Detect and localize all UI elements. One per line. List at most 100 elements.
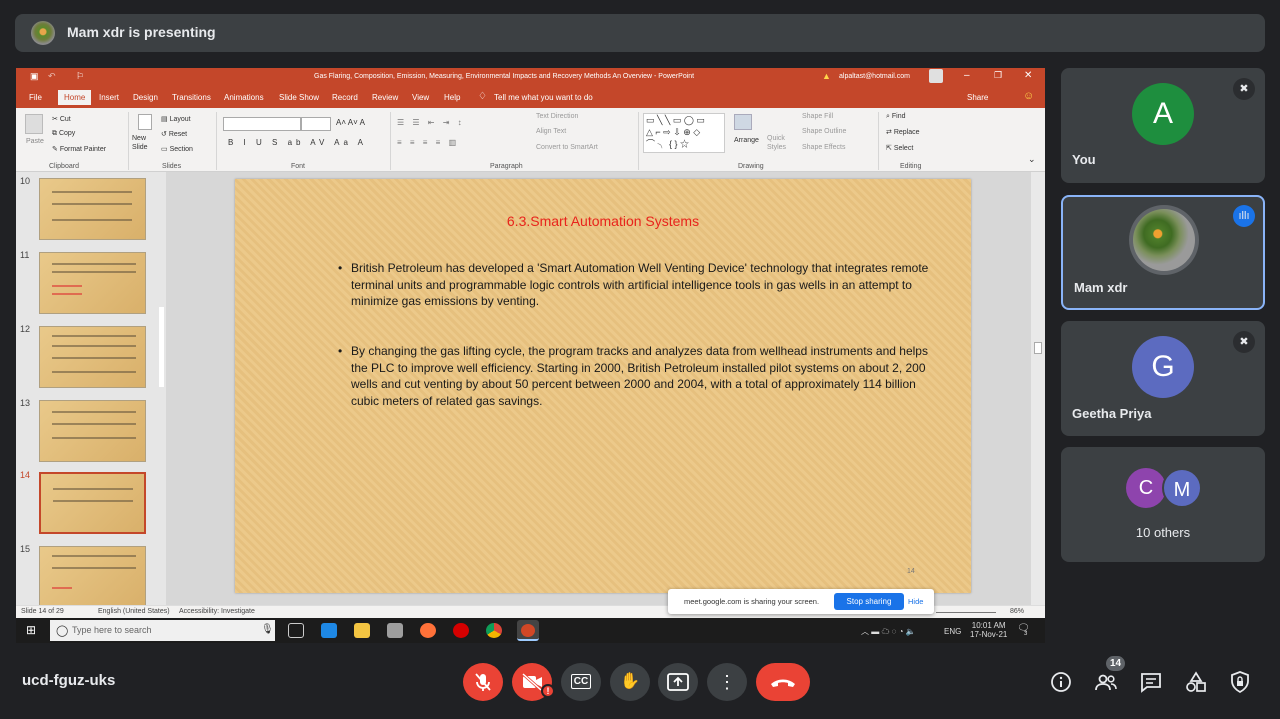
tab-insert[interactable]: Insert <box>99 93 119 102</box>
layout-button[interactable]: ▤ Layout <box>161 115 191 123</box>
cut-button[interactable]: ✂ Cut <box>52 115 71 123</box>
chrome-icon[interactable] <box>486 623 502 638</box>
text-direction-button[interactable]: Text Direction <box>536 113 578 120</box>
shape-outline-button[interactable]: Shape Outline <box>802 128 846 135</box>
account-avatar-icon[interactable] <box>929 69 943 83</box>
reset-button[interactable]: ↺ Reset <box>161 130 187 138</box>
meeting-details-button[interactable] <box>1049 671 1073 693</box>
mic-toggle-button[interactable] <box>463 663 503 701</box>
shape-effects-button[interactable]: Shape Effects <box>802 144 845 151</box>
arrange-icon[interactable] <box>734 114 752 130</box>
mic-icon[interactable]: 🎙 <box>261 624 274 635</box>
tab-design[interactable]: Design <box>133 93 158 102</box>
notification-count: 3 <box>1024 631 1028 637</box>
participant-tile-presenter[interactable]: Mam xdr ıllı <box>1061 195 1265 310</box>
list-icons[interactable]: ☰ ☰ ⇤ ⇥ ↕ <box>397 118 465 127</box>
save-icon[interactable]: ▣ <box>30 71 39 82</box>
taskbar-clock[interactable]: 10:01 AM 17-Nov-21 <box>970 621 1007 639</box>
align-text-button[interactable]: Align Text <box>536 128 566 135</box>
store-icon[interactable] <box>387 623 403 638</box>
chat-button[interactable] <box>1139 671 1163 693</box>
new-slide-button[interactable]: New Slide <box>132 134 156 152</box>
font-size-controls-icon[interactable]: A˄ A˅ A <box>336 118 365 127</box>
tab-help[interactable]: Help <box>444 93 460 102</box>
shape-fill-button[interactable]: Shape Fill <box>802 113 833 120</box>
slide-thumbnail-selected[interactable] <box>39 472 146 534</box>
convert-smartart-button[interactable]: Convert to SmartArt <box>536 144 598 151</box>
replace-button[interactable]: ⇄ Replace <box>886 128 920 136</box>
slide-canvas[interactable]: 6.3.Smart Automation Systems • British Pe… <box>235 179 971 593</box>
file-explorer-icon[interactable] <box>354 623 370 638</box>
camera-toggle-button[interactable]: ! <box>512 663 555 701</box>
taskbar-search[interactable]: Type here to search <box>50 620 275 641</box>
new-slide-icon[interactable] <box>138 114 152 130</box>
edge-icon[interactable] <box>321 623 337 638</box>
font-name-dropdown[interactable] <box>223 117 301 131</box>
thumbnail-scrollbar[interactable] <box>159 307 164 387</box>
share-button[interactable]: Share <box>967 93 988 102</box>
zoom-level[interactable]: 86% <box>1010 608 1024 615</box>
tab-review[interactable]: Review <box>372 93 398 102</box>
presenter-icon[interactable]: ⚐ <box>76 71 84 82</box>
arrange-button[interactable]: Arrange <box>734 137 759 144</box>
minimize-icon[interactable]: – <box>964 70 970 81</box>
smiley-icon[interactable]: ☺ <box>1023 90 1034 102</box>
host-controls-button[interactable] <box>1228 671 1252 693</box>
opera-icon[interactable] <box>453 623 469 638</box>
people-button[interactable] <box>1094 671 1118 693</box>
find-button[interactable]: ⌕ Find <box>886 113 906 121</box>
group-editing: Editing <box>900 163 922 170</box>
paste-icon[interactable] <box>25 114 43 134</box>
close-icon[interactable]: ✕ <box>1024 70 1032 81</box>
quick-styles-button[interactable]: Quick Styles <box>767 134 789 152</box>
windows-taskbar: ⊞ Type here to search ◯ 🎙 ︿ ▬ ☁ ◌ ◔ 🔈 EN… <box>16 618 1045 643</box>
editor-scrollbar[interactable] <box>1031 172 1045 606</box>
input-language[interactable]: ENG <box>944 627 961 636</box>
slide-thumbnail[interactable] <box>39 546 146 608</box>
tab-view[interactable]: View <box>412 93 429 102</box>
thumb-number: 10 <box>20 176 31 186</box>
slide-thumbnail[interactable] <box>39 326 146 388</box>
section-button[interactable]: ▭ Section <box>161 145 193 153</box>
tell-me-search[interactable]: Tell me what you want to do <box>494 93 593 102</box>
camera-warning-icon: ! <box>541 684 555 698</box>
leave-call-button[interactable] <box>756 663 810 701</box>
align-icons[interactable]: ≡ ≡ ≡ ≡ ▥ <box>397 138 459 147</box>
font-size-dropdown[interactable] <box>301 117 331 131</box>
stop-sharing-button[interactable]: Stop sharing <box>834 593 904 610</box>
captions-button[interactable]: CC <box>561 663 601 701</box>
participant-tile-you[interactable]: A You ✖ <box>1061 68 1265 183</box>
hide-banner-button[interactable]: Hide <box>908 597 923 606</box>
copy-button[interactable]: ⧉ Copy <box>52 130 75 138</box>
activities-button[interactable] <box>1184 671 1208 693</box>
language-status[interactable]: English (United States) <box>98 608 170 615</box>
task-view-icon[interactable] <box>288 623 304 638</box>
slide-thumbnail[interactable] <box>39 400 146 462</box>
tab-file[interactable]: File <box>29 93 42 102</box>
format-painter-button[interactable]: ✎ Format Painter <box>52 145 106 153</box>
font-format-icons[interactable]: B I U S ab AV Aa A <box>228 138 367 147</box>
undo-icon[interactable]: ↶ <box>48 71 56 82</box>
select-button[interactable]: ⇱ Select <box>886 144 913 152</box>
tab-transitions[interactable]: Transitions <box>172 93 211 102</box>
windows-start-icon[interactable]: ⊞ <box>26 623 36 637</box>
slide-thumbnail[interactable] <box>39 252 146 314</box>
shapes-gallery[interactable]: ▭ ╲ ╲ ▭ ◯ ▭ △ ⌐ ⇨ ⇩ ⊕ ◇ ⌒ ╮ { } ☆ <box>643 113 725 153</box>
tray-icons[interactable]: ︿ ▬ ☁ ◌ ◔ 🔈 <box>861 626 916 637</box>
tab-slide-show[interactable]: Slide Show <box>279 93 319 102</box>
raise-hand-button[interactable]: ✋ <box>610 663 650 701</box>
tab-animations[interactable]: Animations <box>224 93 264 102</box>
accessibility-status[interactable]: Accessibility: Investigate <box>179 608 255 615</box>
participant-tile-geetha[interactable]: G Geetha Priya ✖ <box>1061 321 1265 436</box>
present-now-button[interactable] <box>658 663 698 701</box>
tab-record[interactable]: Record <box>332 93 358 102</box>
slide-thumbnail[interactable] <box>39 178 146 240</box>
firefox-icon[interactable] <box>420 623 436 638</box>
tab-home[interactable]: Home <box>58 90 92 105</box>
maximize-icon[interactable]: ❐ <box>994 70 1002 81</box>
collapse-ribbon-icon[interactable]: ⌄ <box>1028 154 1036 165</box>
paste-button[interactable]: Paste <box>26 138 44 145</box>
more-options-button[interactable]: ⋮ <box>707 663 747 701</box>
zoom-slider[interactable] <box>936 612 996 613</box>
participant-tile-others[interactable]: C M 10 others <box>1061 447 1265 562</box>
